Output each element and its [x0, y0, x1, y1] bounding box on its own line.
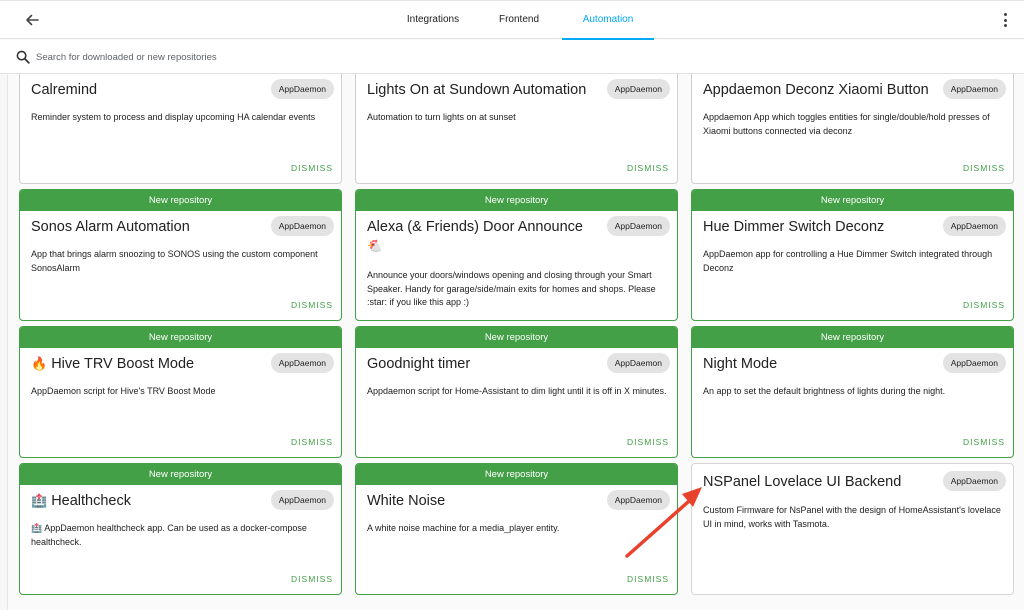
back-button[interactable] — [22, 10, 42, 30]
category-chip: AppDaemon — [606, 216, 670, 236]
new-repository-banner: New repository — [20, 190, 341, 211]
card-description: Automation to turn lights on at sunset — [367, 112, 516, 122]
card-title: Appdaemon Deconz Xiaomi Button — [703, 82, 929, 98]
card-title: 🔥 Hive TRV Boost Mode — [31, 356, 194, 372]
card-title: Hue Dimmer Switch Deconz — [703, 219, 885, 235]
card-title-text: Hive TRV Boost Mode — [51, 356, 195, 372]
category-chip: AppDaemon — [270, 216, 334, 236]
hospital-icon: 🏥 — [31, 493, 48, 508]
top-app-bar: Integrations Frontend Automation — [0, 0, 1024, 40]
card-description: 🏥 AppDaemon healthcheck app. Can be used… — [31, 523, 307, 547]
category-chip: AppDaemon — [606, 79, 670, 99]
category-chip: AppDaemon — [942, 471, 1006, 491]
card-title: White Noise — [367, 493, 446, 509]
repository-card[interactable]: New repository Hue Dimmer Switch Deconz … — [691, 189, 1014, 321]
repository-grid: Calremind AppDaemon Reminder system to p… — [0, 0, 1024, 610]
card-description: Custom Firmware for NsPanel with the des… — [703, 505, 1001, 529]
chicken-emoji-icon: 🐔 — [367, 239, 382, 253]
category-chip: AppDaemon — [942, 353, 1006, 373]
tab-bar: Integrations Frontend Automation — [390, 1, 654, 40]
dismiss-button[interactable]: DISMISS — [291, 574, 333, 584]
card-title: Night Mode — [703, 356, 778, 372]
dismiss-button[interactable]: DISMISS — [627, 163, 669, 173]
side-edge — [0, 74, 8, 610]
repository-card[interactable]: New repository Night Mode AppDaemon An a… — [691, 326, 1014, 458]
new-repository-banner: New repository — [20, 327, 341, 348]
dismiss-button[interactable]: DISMISS — [963, 300, 1005, 310]
category-chip: AppDaemon — [606, 490, 670, 510]
search-bar — [0, 40, 1024, 74]
repository-card[interactable]: New repository Sonos Alarm Automation Ap… — [19, 189, 342, 321]
new-repository-banner: New repository — [356, 327, 677, 348]
card-title: Goodnight timer — [367, 356, 471, 372]
category-chip: AppDaemon — [606, 353, 670, 373]
repository-card[interactable]: New repository 🔥 Hive TRV Boost Mode AppD… — [19, 326, 342, 458]
card-description: AppDaemon script for Hive's TRV Boost Mo… — [31, 386, 216, 396]
card-description: An app to set the default brightness of … — [703, 386, 946, 396]
card-description: Reminder system to process and display u… — [31, 112, 316, 122]
repository-card[interactable]: New repository Alexa (& Friends) Door An… — [355, 189, 678, 321]
search-input[interactable] — [36, 47, 636, 67]
category-chip: AppDaemon — [270, 490, 334, 510]
category-chip: AppDaemon — [942, 216, 1006, 236]
repository-card[interactable]: Appdaemon Deconz Xiaomi Button AppDaemon… — [691, 58, 1014, 184]
card-title-text: Healthcheck — [51, 493, 131, 509]
new-repository-banner: New repository — [356, 190, 677, 211]
tab-integrations[interactable]: Integrations — [390, 1, 476, 39]
dismiss-button[interactable]: DISMISS — [291, 300, 333, 310]
repository-card[interactable]: Lights On at Sundown Automation AppDaemo… — [355, 58, 678, 184]
new-repository-banner: New repository — [692, 327, 1013, 348]
new-repository-banner: New repository — [692, 190, 1013, 211]
fire-icon: 🔥 — [31, 356, 48, 371]
dismiss-button[interactable]: DISMISS — [627, 437, 669, 447]
card-title: 🏥 Healthcheck — [31, 493, 131, 509]
dots-vertical-icon — [1003, 13, 1007, 16]
new-repository-banner: New repository — [356, 464, 677, 485]
tab-frontend[interactable]: Frontend — [476, 1, 562, 39]
card-description: Announce your doors/windows opening and … — [367, 270, 656, 307]
repository-card[interactable]: New repository Goodnight timer AppDaemon… — [355, 326, 678, 458]
dismiss-button[interactable]: DISMISS — [291, 437, 333, 447]
card-title: Alexa (& Friends) Door Announce — [367, 219, 583, 235]
card-description: Appdaemon script for Home-Assistant to d… — [367, 386, 667, 396]
dismiss-button[interactable]: DISMISS — [291, 163, 333, 173]
new-repository-banner: New repository — [20, 464, 341, 485]
dismiss-button[interactable]: DISMISS — [627, 318, 669, 320]
dismiss-button[interactable]: DISMISS — [627, 574, 669, 584]
repository-card[interactable]: NSPanel Lovelace UI Backend AppDaemon Cu… — [691, 463, 1014, 595]
card-description: A white noise machine for a media_player… — [367, 523, 560, 533]
category-chip: AppDaemon — [942, 79, 1006, 99]
dismiss-button[interactable]: DISMISS — [963, 163, 1005, 173]
card-description: App that brings alarm snoozing to SONOS … — [31, 249, 318, 273]
tab-automation[interactable]: Automation — [562, 1, 654, 40]
category-chip: AppDaemon — [270, 79, 334, 99]
repository-card[interactable]: Calremind AppDaemon Reminder system to p… — [19, 58, 342, 184]
dismiss-button[interactable]: DISMISS — [963, 437, 1005, 447]
repository-card[interactable]: New repository 🏥 Healthcheck AppDaemon 🏥 … — [19, 463, 342, 595]
overflow-menu-button[interactable] — [998, 11, 1012, 29]
repository-card[interactable]: New repository White Noise AppDaemon A w… — [355, 463, 678, 595]
card-description: AppDaemon app for controlling a Hue Dimm… — [703, 249, 993, 273]
arrow-left-icon — [26, 14, 39, 26]
card-description: Appdaemon App which toggles entities for… — [703, 112, 990, 136]
card-title: Lights On at Sundown Automation — [367, 82, 587, 98]
category-chip: AppDaemon — [270, 353, 334, 373]
search-icon — [16, 50, 30, 64]
card-title: NSPanel Lovelace UI Backend — [703, 474, 902, 490]
card-title: Sonos Alarm Automation — [31, 219, 190, 235]
card-title: Calremind — [31, 82, 98, 98]
